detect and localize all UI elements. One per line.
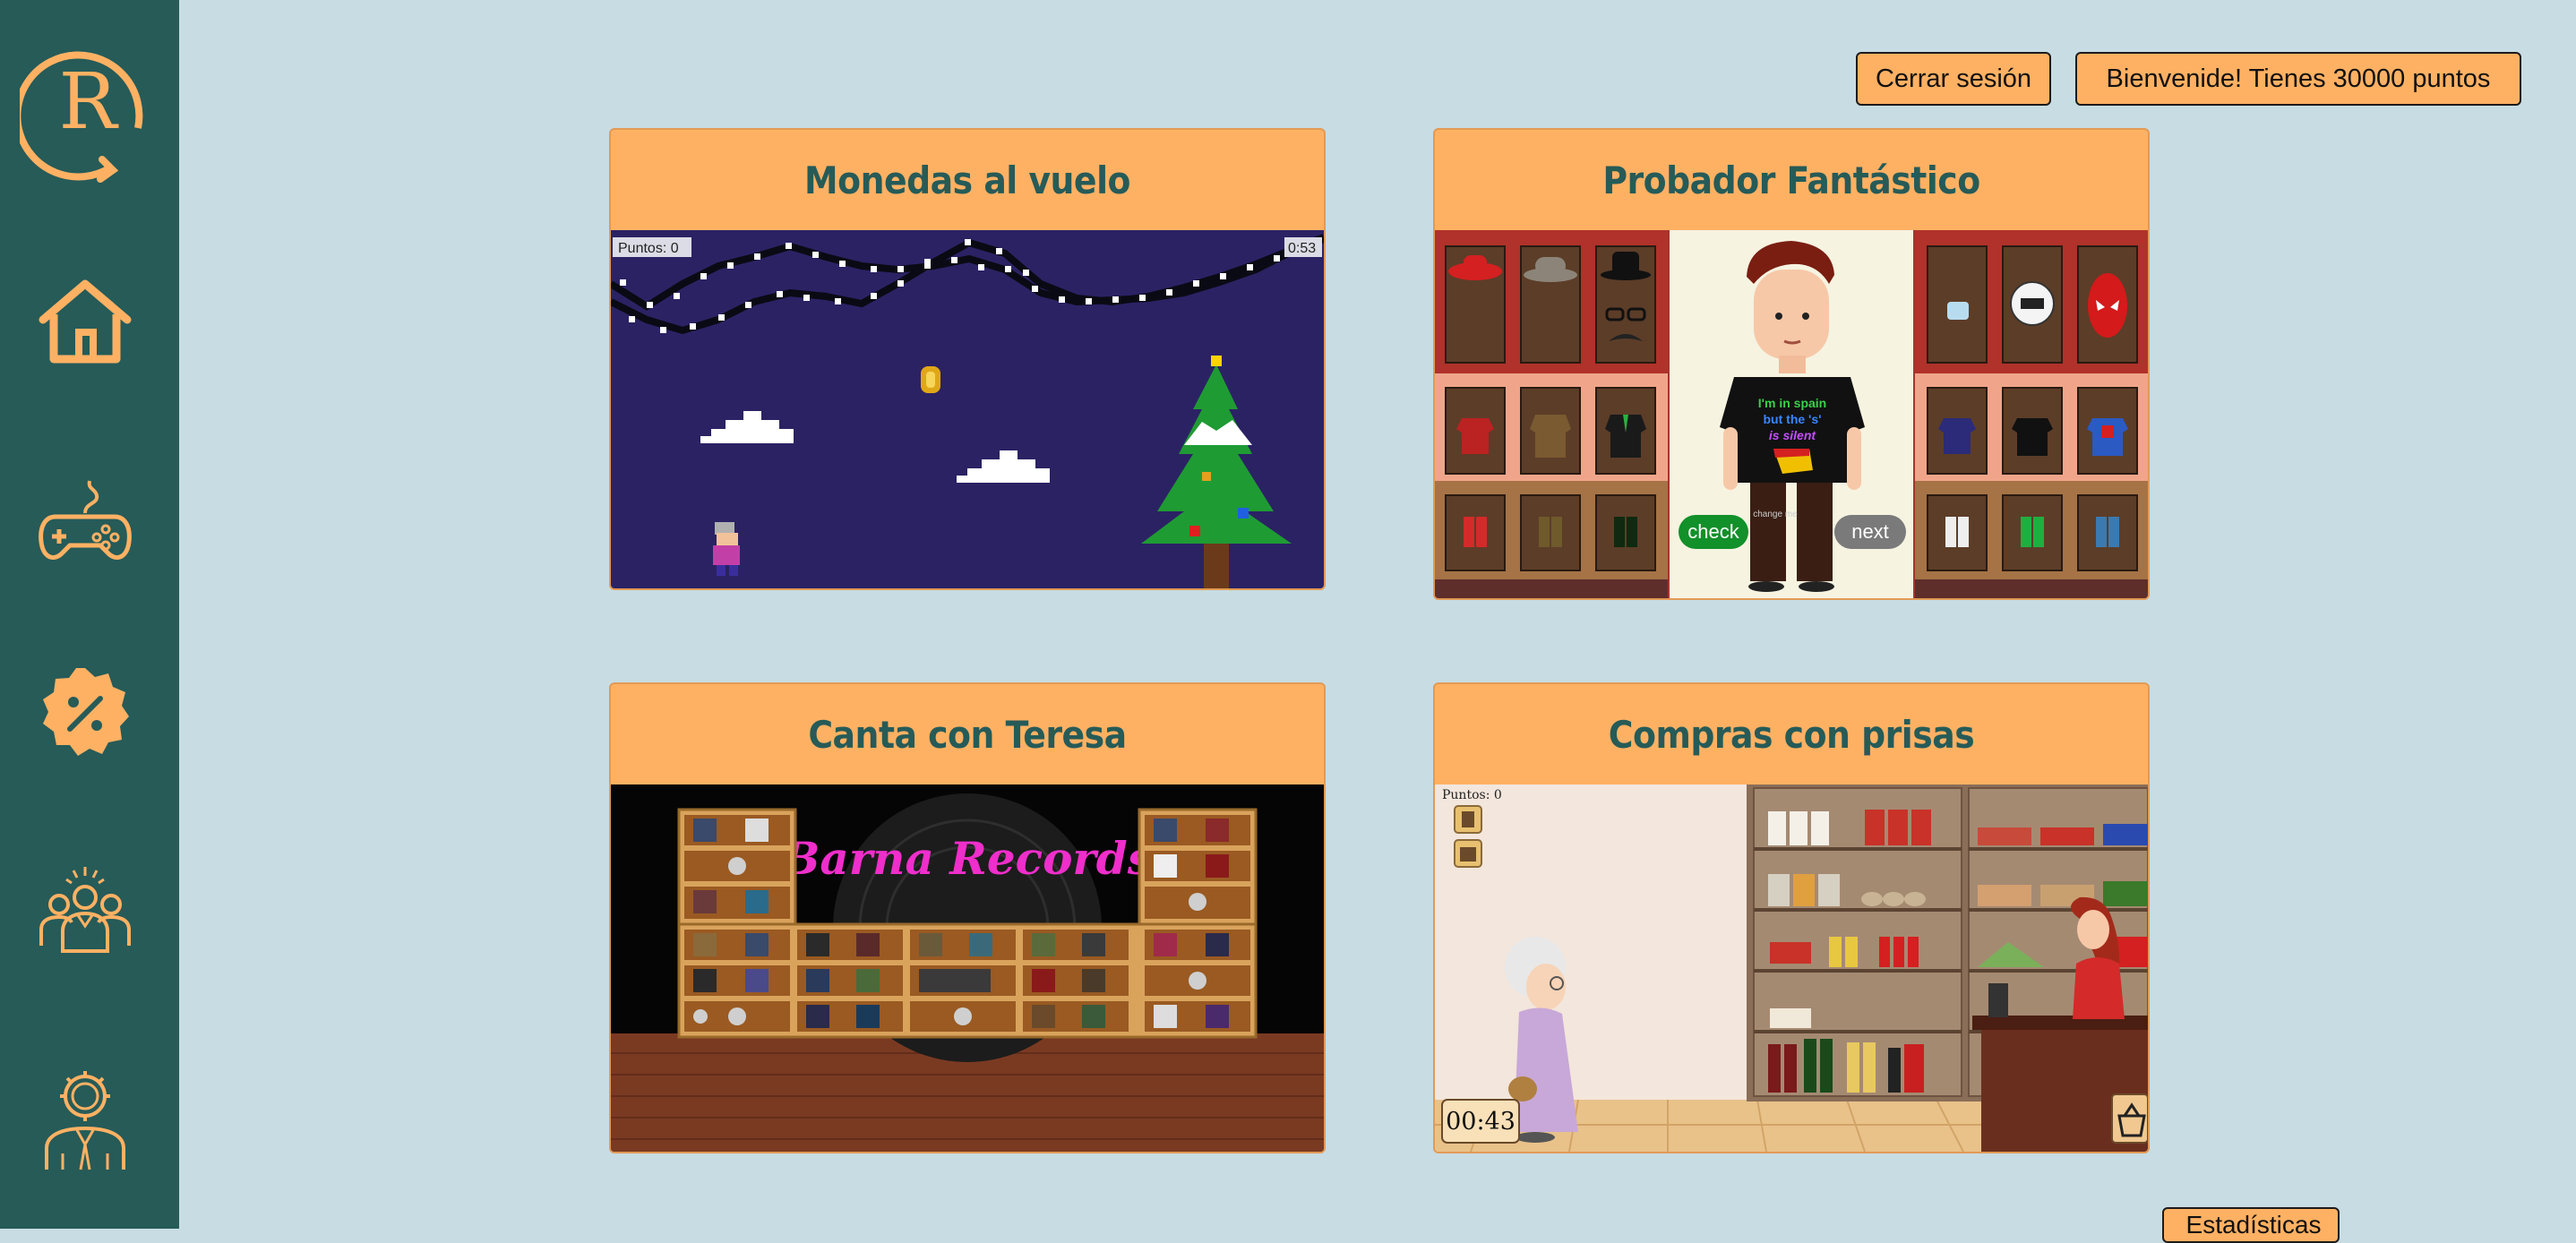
home-icon[interactable]	[36, 273, 134, 372]
hud-score: Puntos: 0	[1442, 788, 1502, 802]
shirt-line-1: I'm in spain	[1758, 396, 1826, 410]
game-card-canta[interactable]: Canta con Teresa Barna Records	[609, 682, 1326, 1153]
barna-records-sign: Barna Records	[780, 832, 1153, 885]
store-icon[interactable]	[1454, 839, 1482, 868]
shirt-line-3: is silent	[1769, 428, 1816, 442]
stats-button[interactable]: Estadísticas	[2162, 1207, 2340, 1243]
community-icon[interactable]	[36, 860, 134, 958]
change-me-label: change me	[1753, 510, 1798, 519]
game-preview-compras[interactable]: Puntos: 0 00:43	[1435, 784, 2148, 1152]
hud-timer: 0:53	[1288, 241, 1316, 256]
gamepad-icon[interactable]	[36, 470, 134, 569]
check-label: check	[1687, 520, 1739, 543]
game-title: Compras con prisas	[1608, 712, 1975, 757]
game-title: Monedas al vuelo	[804, 158, 1130, 202]
game-card-compras[interactable]: Compras con prisas Puntos: 0 00:43	[1433, 682, 2150, 1153]
game-card-monedas[interactable]: Monedas al vuelo Puntos: 0 0:53	[609, 128, 1326, 590]
timer-text: 00:43	[1446, 1108, 1516, 1136]
basket-icon[interactable]	[2111, 1093, 2148, 1144]
profile-icon[interactable]	[36, 1066, 134, 1171]
game-preview-monedas[interactable]: Puntos: 0 0:53	[611, 230, 1324, 588]
game-card-probador[interactable]: Probador Fantástico I'm in spain but the…	[1433, 128, 2150, 600]
shopping-list-icon[interactable]	[1454, 805, 1482, 834]
welcome-points-button[interactable]: Bienvenide! Tienes 30000 puntos	[2075, 52, 2521, 106]
logo-letter: R	[59, 57, 119, 147]
next-button[interactable]: next	[1834, 515, 1906, 549]
hud-score: Puntos: 0	[618, 241, 679, 256]
game-title: Canta con Teresa	[808, 712, 1127, 757]
check-button[interactable]: check	[1679, 515, 1748, 549]
game-title: Probador Fantástico	[1602, 158, 1980, 202]
game-preview-canta[interactable]: Barna Records	[611, 784, 1324, 1152]
logo-icon[interactable]: R	[20, 34, 154, 183]
timer-box: 00:43	[1441, 1099, 1520, 1144]
sidebar: R	[0, 0, 179, 1229]
shirt-line-2: but the 's'	[1764, 412, 1822, 426]
next-label: next	[1851, 520, 1889, 543]
logout-button[interactable]: Cerrar sesión	[1856, 52, 2051, 106]
game-preview-probador[interactable]: I'm in spain but the 's' is silent chang…	[1435, 230, 2148, 598]
discount-badge-icon[interactable]	[36, 663, 134, 761]
